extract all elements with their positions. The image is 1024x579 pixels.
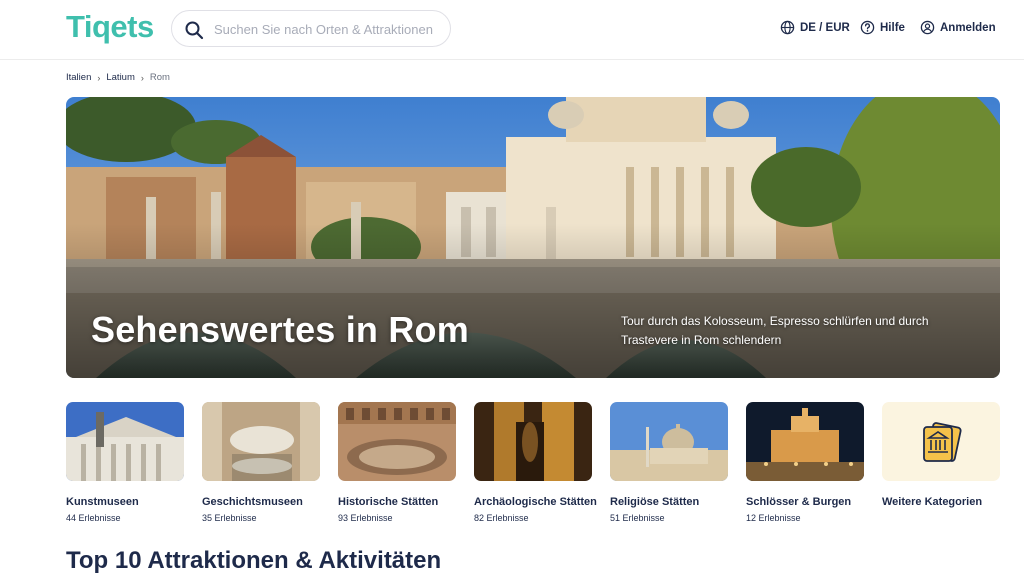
category-name: Archäologische Stätten [474, 496, 597, 508]
category-name: Weitere Kategorien [882, 496, 983, 508]
category-name: Schlösser & Burgen [746, 496, 852, 508]
category-image-geschichtsmuseen [202, 402, 320, 481]
category-count: 35 Erlebnisse [202, 513, 257, 523]
search-bar[interactable] [171, 10, 451, 47]
search-icon [185, 21, 204, 40]
category-card-weitere-kategorien[interactable]: Weitere Kategorien [882, 402, 1000, 508]
site-header: Tiqets DE / EUR Hilfe Anmelden [0, 0, 1024, 60]
hero-title: Sehenswertes in Rom [91, 309, 469, 350]
category-image-archaeologische-staetten [474, 402, 592, 481]
section-title-top-10: Top 10 Attraktionen & Aktivitäten [66, 547, 442, 574]
svg-text:Tiqets: Tiqets [66, 9, 154, 44]
category-image-schloesser-burgen [746, 402, 864, 481]
category-name: Kunstmuseen [66, 496, 139, 508]
category-card-geschichtsmuseen[interactable]: Geschichtsmuseen 35 Erlebnisse [202, 402, 320, 523]
help-label: Hilfe [880, 21, 905, 34]
category-card-archaeologische-staetten[interactable]: Archäologische Stätten 82 Erlebnisse [474, 402, 597, 523]
category-name: Historische Stätten [338, 496, 439, 508]
category-count: 82 Erlebnisse [474, 513, 529, 523]
breadcrumb-item-latium[interactable]: Latium [106, 72, 135, 83]
chevron-right-icon: › [140, 72, 144, 83]
category-name: Religiöse Stätten [610, 496, 700, 508]
help-link[interactable]: Hilfe [860, 20, 905, 35]
category-card-schloesser-burgen[interactable]: Schlösser & Burgen 12 Erlebnisse [746, 402, 864, 523]
category-card-kunstmuseen[interactable]: Kunstmuseen 44 Erlebnisse [66, 402, 184, 523]
language-currency-selector[interactable]: DE / EUR [780, 20, 850, 35]
breadcrumb: Italien › Latium › Rom [66, 72, 170, 83]
hero-subtitle: Tour durch das Kolosseum, Espresso schlü… [621, 314, 929, 347]
language-currency-label: DE / EUR [800, 21, 850, 34]
breadcrumb-item-italien[interactable]: Italien [66, 72, 91, 83]
search-input[interactable] [214, 19, 442, 39]
help-icon [860, 20, 875, 35]
category-image-religioese-staetten [610, 402, 728, 481]
category-card-historische-staetten[interactable]: Historische Stätten 93 Erlebnisse [338, 402, 456, 523]
category-image-historische-staetten [338, 402, 456, 481]
category-count: 93 Erlebnisse [338, 513, 393, 523]
login-link[interactable]: Anmelden [920, 20, 996, 35]
globe-icon [780, 20, 795, 35]
hero-banner: Sehenswertes in Rom Tour durch das Kolos… [66, 97, 1000, 378]
category-card-religioese-staetten[interactable]: Religiöse Stätten 51 Erlebnisse [610, 402, 728, 523]
category-count: 51 Erlebnisse [610, 513, 665, 523]
category-count: 44 Erlebnisse [66, 513, 121, 523]
breadcrumb-item-current: Rom [149, 72, 170, 83]
category-image-weitere-kategorien [882, 402, 1000, 481]
category-image-kunstmuseen [66, 402, 184, 481]
login-label: Anmelden [940, 21, 996, 34]
category-name: Geschichtsmuseen [202, 496, 303, 508]
chevron-right-icon: › [97, 72, 101, 83]
category-count: 12 Erlebnisse [746, 513, 801, 523]
tiqets-logo[interactable]: Tiqets [66, 9, 154, 47]
museum-cards-icon [923, 422, 962, 462]
user-icon [920, 20, 935, 35]
